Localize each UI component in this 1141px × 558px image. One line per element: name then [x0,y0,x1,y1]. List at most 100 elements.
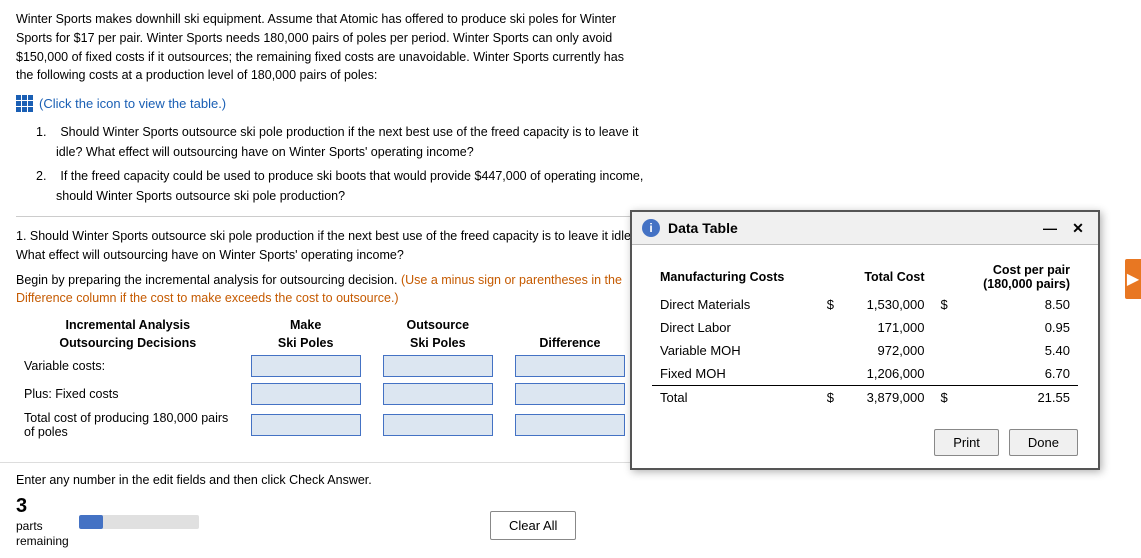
progress-bar-fill [79,515,103,529]
row1-diff-cell [504,352,636,380]
col4-header [504,316,636,334]
bottom-bar: Enter any number in the edit fields and … [0,462,660,558]
table-row: Total cost of producing 180,000 pairs of… [16,408,636,442]
q1-number: 1. [36,125,46,139]
popup-row-dollar1 [819,362,842,386]
popup-table-row: Direct Materials $ 1,530,000 $ 8.50 [652,293,1078,316]
popup-minimize-button[interactable]: — [1040,218,1060,238]
row2-diff-input[interactable] [515,383,625,405]
row1-outsource-input[interactable] [383,355,493,377]
popup-row-name: Total [652,386,819,410]
popup-row-dollar1 [819,316,842,339]
col3-header: Outsource [372,316,504,334]
popup-col3-header: Cost per pair (180,000 pairs) [956,261,1078,293]
data-popup-table: Manufacturing Costs Total Cost Cost per … [652,261,1078,409]
popup-close-button[interactable]: ✕ [1068,218,1088,238]
col2-header: Make [240,316,372,334]
parts-label: parts remaining [16,519,69,548]
row3-outsource-input[interactable] [383,414,493,436]
q2-body: If the freed capacity could be used to p… [56,169,643,203]
popup-row-total: 3,879,000 [842,386,933,410]
row1-make-cell [240,352,372,380]
popup-row-dollar1: $ [819,386,842,410]
progress-bar [79,515,199,529]
popup-table-row: Direct Labor 171,000 0.95 [652,316,1078,339]
row3-make-input[interactable] [251,414,361,436]
popup-controls: — ✕ [1040,218,1088,238]
incremental-analysis-table: Incremental Analysis Make Outsource Outs… [16,316,636,442]
popup-footer: Print Done [632,419,1098,468]
popup-table-row: Variable MOH 972,000 5.40 [652,339,1078,362]
popup-col3-dollar [933,261,956,293]
problem-text: Winter Sports makes downhill ski equipme… [16,10,644,85]
popup-col1-header: Manufacturing Costs [652,261,819,293]
row2-outsource-input[interactable] [383,383,493,405]
q1-heading: 1. Should Winter Sports outsource ski po… [16,227,644,265]
row1-make-input[interactable] [251,355,361,377]
print-button[interactable]: Print [934,429,999,456]
question-1-text: 1. Should Winter Sports outsource ski po… [36,122,644,162]
data-table-popup: i Data Table — ✕ Manufacturing Costs Tot… [630,210,1100,470]
row2-label: Plus: Fixed costs [16,380,240,408]
row3-diff-input[interactable] [515,414,625,436]
main-content: Winter Sports makes downhill ski equipme… [0,0,660,452]
popup-title: Data Table [668,220,738,236]
popup-body: Manufacturing Costs Total Cost Cost per … [632,245,1098,419]
row1-label: Variable costs: [16,352,240,380]
popup-row-dollar2 [933,339,956,362]
popup-row-total: 1,206,000 [842,362,933,386]
grid-icon [16,95,33,112]
row3-make-cell [240,408,372,442]
popup-row-total: 1,530,000 [842,293,933,316]
popup-col2-header: Total Cost [842,261,933,293]
popup-row-dollar2: $ [933,386,956,410]
popup-row-perpair: 5.40 [956,339,1078,362]
row2-outsource-cell [372,380,504,408]
orange-arrow-tab[interactable]: ▶ [1125,259,1141,299]
popup-header: i Data Table — ✕ [632,212,1098,245]
click-icon-row[interactable]: (Click the icon to view the table.) [16,95,644,112]
popup-table-row: Fixed MOH 1,206,000 6.70 [652,362,1078,386]
col1-subhead: Outsourcing Decisions [16,334,240,352]
popup-row-total: 972,000 [842,339,933,362]
enter-text: Enter any number in the edit fields and … [16,473,644,487]
popup-row-perpair: 8.50 [956,293,1078,316]
row1-outsource-cell [372,352,504,380]
popup-row-perpair: 6.70 [956,362,1078,386]
popup-row-dollar1: $ [819,293,842,316]
row1-diff-input[interactable] [515,355,625,377]
questions-section: 1. Should Winter Sports outsource ski po… [16,122,644,206]
popup-row-perpair: 21.55 [956,386,1078,410]
col1-header: Incremental Analysis [16,316,240,334]
col2-subhead: Ski Poles [240,334,372,352]
popup-table-row: Total $ 3,879,000 $ 21.55 [652,386,1078,410]
popup-row-total: 171,000 [842,316,933,339]
parts-count-label: 3 parts remaining [16,495,69,548]
col3-subhead: Ski Poles [372,334,504,352]
clear-all-button[interactable]: Clear All [490,511,576,540]
popup-row-name: Variable MOH [652,339,819,362]
col4-subhead: Difference [504,334,636,352]
parts-number: 3 [16,495,27,517]
popup-row-perpair: 0.95 [956,316,1078,339]
q2-number: 2. [36,169,46,183]
info-icon: i [642,219,660,237]
popup-header-left: i Data Table [642,219,738,237]
popup-row-name: Direct Labor [652,316,819,339]
popup-row-name: Direct Materials [652,293,819,316]
row2-make-input[interactable] [251,383,361,405]
question-2-text: 2. If the freed capacity could be used t… [36,166,644,206]
popup-row-dollar1 [819,339,842,362]
begin-text: Begin by preparing the incremental analy… [16,271,644,309]
popup-row-dollar2 [933,362,956,386]
row2-diff-cell [504,380,636,408]
row2-make-cell [240,380,372,408]
popup-row-dollar2: $ [933,293,956,316]
click-icon-text[interactable]: (Click the icon to view the table.) [39,96,226,111]
done-button[interactable]: Done [1009,429,1078,456]
popup-row-dollar2 [933,316,956,339]
row3-diff-cell [504,408,636,442]
row3-label: Total cost of producing 180,000 pairs of… [16,408,240,442]
popup-col2-header-dollar [819,261,842,293]
q1-body: Should Winter Sports outsource ski pole … [56,125,638,159]
